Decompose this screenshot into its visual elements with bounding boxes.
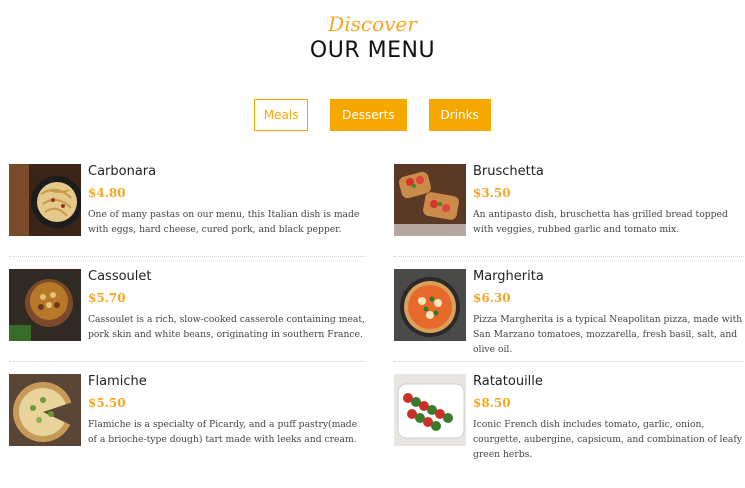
menu-item-bruschetta[interactable]: Bruschetta $3.50 An antipasto dish, brus… <box>394 164 745 269</box>
margherita-photo <box>394 269 466 341</box>
item-description: One of many pastas on our menu, this Ita… <box>88 209 360 235</box>
item-description: Pizza Margherita is a typical Neapolitan… <box>473 314 743 355</box>
tab-desserts[interactable]: Desserts <box>330 99 407 131</box>
item-name: Margherita <box>473 269 544 284</box>
item-price: $8.50 <box>473 396 511 410</box>
item-price: $5.50 <box>88 396 126 410</box>
flamiche-photo <box>9 374 81 446</box>
menu-item-ratatouille[interactable]: Ratatouille $8.50 Iconic French dish inc… <box>394 374 745 479</box>
item-price: $4.80 <box>88 186 126 200</box>
menu-tabs: Meals Desserts Drinks <box>0 99 745 131</box>
menu-item-margherita[interactable]: Margherita $6.30 Pizza Margherita is a t… <box>394 269 745 374</box>
item-price: $5.70 <box>88 291 126 305</box>
item-description: Iconic French dish includes tomato, garl… <box>473 419 742 460</box>
bruschetta-photo <box>394 164 466 236</box>
item-name: Cassoulet <box>88 269 152 284</box>
menu-item-carbonara[interactable]: Carbonara $4.80 One of many pastas on ou… <box>9 164 365 269</box>
tab-drinks[interactable]: Drinks <box>428 99 491 131</box>
carbonara-photo <box>9 164 81 236</box>
tab-meals[interactable]: Meals <box>254 99 309 131</box>
item-name: Bruschetta <box>473 164 544 179</box>
item-description: Flamiche is a specialty of Picardy, and … <box>88 419 358 445</box>
page-title: OUR MENU <box>309 38 436 63</box>
menu-header: Discover OUR MENU <box>0 10 745 66</box>
menu-grid: Carbonara $4.80 One of many pastas on ou… <box>9 164 745 479</box>
item-description: An antipasto dish, bruschetta has grille… <box>473 209 728 235</box>
item-name: Flamiche <box>88 374 147 389</box>
header-kicker: Discover <box>328 12 417 36</box>
item-price: $3.50 <box>473 186 511 200</box>
cassoulet-photo <box>9 269 81 341</box>
ratatouille-photo <box>394 374 466 446</box>
item-name: Carbonara <box>88 164 157 179</box>
menu-item-cassoulet[interactable]: Cassoulet $5.70 Cassoulet is a rich, slo… <box>9 269 365 374</box>
item-name: Ratatouille <box>473 374 543 389</box>
item-description: Cassoulet is a rich, slow-cooked cassero… <box>88 314 365 340</box>
menu-item-flamiche[interactable]: Flamiche $5.50 Flamiche is a specialty o… <box>9 374 365 479</box>
item-price: $6.30 <box>473 291 511 305</box>
